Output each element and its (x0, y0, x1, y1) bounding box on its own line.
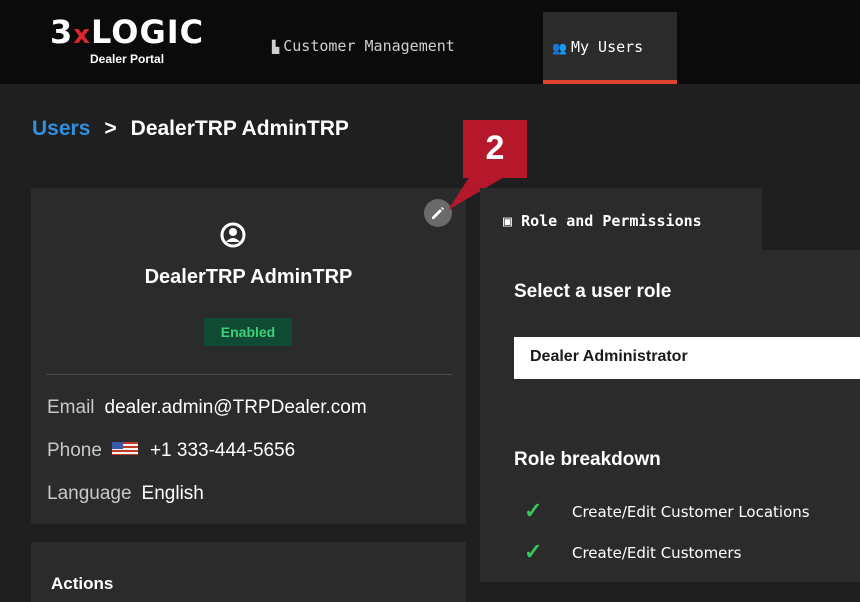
permission-item: Create/Edit Customers (572, 544, 742, 562)
role-breakdown-title: Role breakdown (514, 449, 661, 470)
breadcrumb-current: DealerTRP AdminTRP (130, 117, 349, 140)
brand-logo[interactable]: 3xLOGIC Dealer Portal (50, 8, 250, 78)
divider (46, 374, 452, 375)
breadcrumb-users-link[interactable]: Users (32, 117, 90, 140)
language-row: Language English (47, 483, 204, 505)
nav-customer-management[interactable]: ▙ Customer Management (272, 37, 455, 95)
language-value: English (141, 483, 204, 504)
id-card-icon: ▣ (503, 212, 522, 230)
users-icon: 👥 (552, 41, 567, 55)
user-display-name: DealerTRP AdminTRP (144, 266, 353, 288)
email-label: Email (47, 397, 95, 418)
breadcrumb-separator: > (104, 117, 117, 140)
phone-value: +1 333-444-5656 (149, 440, 296, 461)
nav-my-users-label: My Users (570, 38, 644, 56)
step-callout-number: 2 (485, 129, 505, 167)
tab-role-and-permissions-label: ▣ Role and Permissions (503, 212, 702, 230)
step-callout: 2 (463, 120, 527, 178)
status-badge: Enabled (204, 318, 292, 346)
nav-my-users[interactable]: 👥 My Users (543, 12, 677, 84)
us-flag-icon (111, 442, 138, 456)
brand-wordmark: 3xLOGIC (50, 13, 205, 51)
email-row: Email dealer.admin@TRPDealer.com (47, 397, 367, 419)
phone-row: Phone +1 333-444-5656 (47, 440, 295, 462)
permission-item: Create/Edit Customer Locations (572, 503, 810, 521)
select-role-title: Select a user role (514, 281, 672, 302)
check-icon: ✓ (524, 498, 543, 523)
active-tab-indicator (543, 80, 677, 84)
breadcrumb: Users > DealerTRP AdminTRP (32, 117, 349, 141)
building-icon: ▙ (272, 40, 280, 54)
phone-label: Phone (47, 440, 102, 461)
user-profile-card (31, 188, 466, 524)
actions-title: Actions (51, 574, 114, 593)
nav-customer-management-label: Customer Management (283, 37, 455, 55)
check-icon: ✓ (524, 539, 543, 564)
language-label: Language (47, 483, 132, 504)
email-value: dealer.admin@TRPDealer.com (104, 397, 367, 418)
user-avatar-icon (220, 222, 246, 248)
user-role-select-value: Dealer Administrator (530, 348, 688, 365)
brand-subtitle: Dealer Portal (90, 52, 165, 66)
